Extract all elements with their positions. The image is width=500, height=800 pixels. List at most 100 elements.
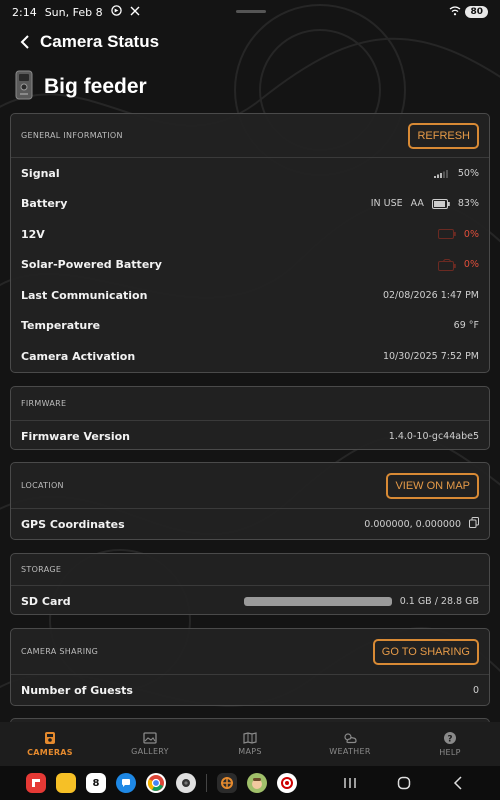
last-communication-value: 02/08/2026 1:47 PM — [382, 289, 479, 301]
section-label-storage: STORAGE — [21, 565, 62, 574]
camera-activation-row: Camera Activation 10/30/2025 7:52 PM — [11, 341, 489, 372]
camera-icon — [45, 732, 55, 744]
page-title: Camera Status — [40, 32, 160, 51]
back-button[interactable] — [16, 33, 34, 51]
trail-camera-icon — [14, 70, 34, 104]
battery-in-use: IN USE — [370, 198, 403, 210]
app-notification-icon — [110, 5, 122, 19]
help-icon: ? — [444, 732, 456, 745]
camera-sharing-card: CAMERA SHARING GO TO SHARING Number of G… — [10, 628, 490, 706]
signal-row: Signal 50% — [11, 158, 489, 189]
section-label-general: GENERAL INFORMATION — [21, 131, 123, 140]
app-icon-tactacam[interactable] — [217, 773, 237, 793]
signal-bars-icon — [433, 169, 448, 178]
general-information-card: GENERAL INFORMATION REFRESH Signal 50% B… — [10, 113, 490, 373]
temperature-label: Temperature — [21, 319, 101, 333]
sd-card-value: 0.1 GB / 28.8 GB — [399, 595, 479, 607]
storage-usage-bar — [243, 596, 392, 606]
battery-label: Battery — [21, 197, 68, 211]
solar-row: Solar-Powered Battery 0% — [11, 250, 489, 281]
storage-card: STORAGE SD Card 0.1 GB / 28.8 GB — [10, 553, 490, 615]
sd-card-label: SD Card — [21, 594, 71, 608]
refresh-button[interactable]: REFRESH — [408, 122, 479, 149]
camera-activation-value: 10/30/2025 7:52 PM — [382, 350, 479, 362]
app-icon-calendar[interactable]: 8 — [86, 773, 106, 793]
nav-gallery-label: GALLERY — [131, 747, 169, 756]
app-icon-messages[interactable] — [116, 773, 136, 793]
last-communication-row: Last Communication 02/08/2026 1:47 PM — [11, 280, 489, 311]
firmware-version-value: 1.4.0-10-gc44abe5 — [388, 430, 479, 442]
firmware-version-label: Firmware Version — [21, 429, 130, 443]
gallery-icon — [143, 732, 157, 744]
nav-help-label: HELP — [439, 748, 461, 757]
calendar-day-icon: 8 — [92, 777, 100, 789]
gps-label: GPS Coordinates — [21, 517, 125, 531]
gps-row: GPS Coordinates 0.000000, 0.000000 — [11, 509, 489, 540]
battery-icon — [431, 198, 450, 209]
section-label-sharing: CAMERA SHARING — [21, 647, 99, 656]
number-of-guests-row: Number of Guests 0 — [11, 675, 489, 706]
weather-icon — [344, 733, 357, 744]
app-header: Camera Status — [0, 28, 500, 56]
gps-value: 0.000000, 0.000000 — [364, 518, 461, 530]
app-icon-chrome[interactable] — [146, 773, 166, 793]
nav-weather[interactable]: WEATHER — [300, 722, 400, 766]
solar-battery-icon — [437, 258, 456, 271]
section-label-location: LOCATION — [21, 481, 64, 490]
app-icon-notes[interactable] — [56, 773, 76, 793]
nav-weather-label: WEATHER — [329, 747, 371, 756]
home-button[interactable] — [395, 774, 413, 792]
external-battery-icon — [437, 229, 456, 240]
app-icon-camera[interactable] — [176, 773, 196, 793]
bottom-navigation: CAMERAS GALLERY MAPS WEATHER ? HELP — [0, 722, 500, 766]
12v-row: 12V 0% — [11, 219, 489, 250]
wifi-icon — [449, 5, 461, 19]
svg-text:?: ? — [447, 735, 452, 745]
back-icon — [453, 776, 462, 790]
temperature-value: 69 °F — [453, 320, 479, 332]
app-icon-target[interactable] — [277, 773, 297, 793]
camera-title: Big feeder — [14, 70, 147, 104]
nav-cameras[interactable]: CAMERAS — [0, 722, 100, 766]
recent-apps-button[interactable] — [341, 774, 359, 792]
12v-label: 12V — [21, 227, 45, 241]
12v-value: 0% — [463, 228, 479, 240]
system-navigation-bar: 8 — [0, 766, 500, 800]
section-label-firmware: FIRMWARE — [21, 399, 67, 408]
last-communication-label: Last Communication — [21, 288, 148, 302]
nav-maps[interactable]: MAPS — [200, 722, 300, 766]
dock-divider — [206, 774, 207, 792]
battery-level-badge: 80 — [465, 6, 488, 18]
camera-activation-label: Camera Activation — [21, 349, 136, 363]
nav-gallery[interactable]: GALLERY — [100, 722, 200, 766]
app-icon-character[interactable] — [247, 773, 267, 793]
view-on-map-button[interactable]: VIEW ON MAP — [386, 472, 479, 499]
number-of-guests-value: 0 — [472, 684, 479, 696]
firmware-version-row: Firmware Version 1.4.0-10-gc44abe5 — [11, 421, 489, 452]
sd-card-row: SD Card 0.1 GB / 28.8 GB — [11, 586, 489, 617]
x-notification-icon — [130, 6, 140, 19]
status-date: Sun, Feb 8 — [44, 5, 103, 19]
nav-help[interactable]: ? HELP — [400, 722, 500, 766]
home-icon — [397, 776, 411, 790]
signal-value: 50% — [457, 167, 479, 179]
nav-maps-label: MAPS — [238, 747, 262, 756]
temperature-row: Temperature 69 °F — [11, 311, 489, 342]
system-back-button[interactable] — [449, 774, 467, 792]
go-to-sharing-button[interactable]: GO TO SHARING — [372, 638, 479, 665]
nav-cameras-label: CAMERAS — [27, 748, 73, 757]
battery-value: 83% — [457, 198, 479, 210]
solar-value: 0% — [463, 259, 479, 271]
chevron-left-icon — [20, 35, 29, 49]
number-of-guests-label: Number of Guests — [21, 683, 133, 697]
location-card: LOCATION VIEW ON MAP GPS Coordinates 0.0… — [10, 462, 490, 540]
copy-icon[interactable] — [469, 517, 479, 531]
battery-row: Battery IN USE AA 83% — [11, 189, 489, 220]
map-icon — [243, 732, 257, 744]
solar-label: Solar-Powered Battery — [21, 258, 162, 272]
recent-apps-icon — [344, 778, 356, 788]
camera-name: Big feeder — [44, 75, 147, 98]
signal-label: Signal — [21, 166, 60, 180]
app-icon-flipboard[interactable] — [26, 773, 46, 793]
battery-type: AA — [410, 198, 424, 210]
